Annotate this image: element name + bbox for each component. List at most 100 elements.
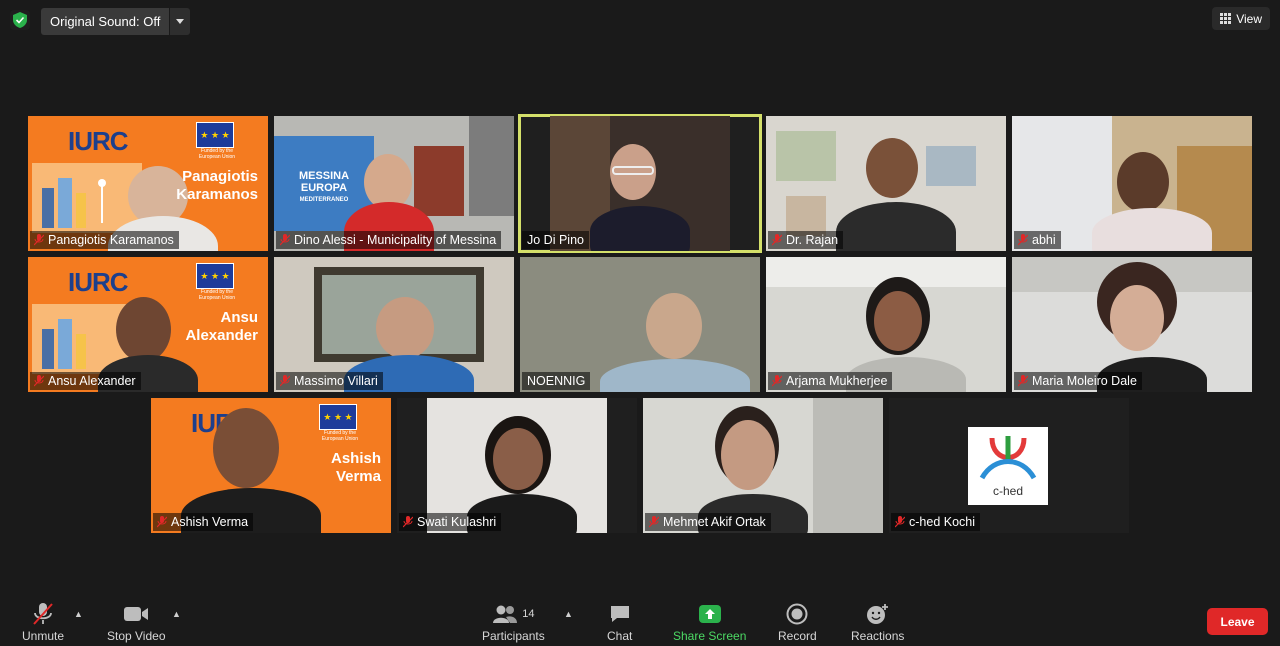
participants-button[interactable]: 14 Participants xyxy=(482,601,545,643)
participant-name-tag: Maria Moleiro Dale xyxy=(1014,372,1142,390)
chat-label: Chat xyxy=(607,629,633,643)
muted-mic-icon xyxy=(34,375,44,387)
participant-name: NOENNIG xyxy=(527,374,586,388)
ched-logo-icon xyxy=(979,436,1037,480)
leave-button[interactable]: Leave xyxy=(1207,608,1268,635)
participant-name-tag: Massimo Villari xyxy=(276,372,383,390)
smiley-plus-icon xyxy=(866,601,890,627)
chat-bubble-icon xyxy=(609,601,631,627)
view-button[interactable]: View xyxy=(1212,7,1270,30)
video-tile[interactable]: IURC ★ ★ ★ Funded by the European Union … xyxy=(28,257,268,392)
video-tile[interactable]: Massimo Villari xyxy=(274,257,514,392)
participant-name: Jo Di Pino xyxy=(527,233,584,247)
original-sound-control[interactable]: Original Sound: Off xyxy=(41,8,191,35)
unmute-label: Unmute xyxy=(22,629,65,643)
encryption-shield-icon[interactable] xyxy=(10,10,30,30)
city-illustration xyxy=(32,163,142,233)
participant-name: Ansu Alexander xyxy=(48,374,136,388)
participant-name-tag: Swati Kulashri xyxy=(399,513,502,531)
video-tile[interactable]: MESSINA EUROPA MEDITERRANEO Dino Alessi … xyxy=(274,116,514,251)
card-title-line-1: Panagiotis xyxy=(182,168,258,185)
participant-name-tag: Panagiotis Karamanos xyxy=(30,231,179,249)
video-tile[interactable]: IURC ★ ★ ★ Funded by the European Union … xyxy=(28,116,268,251)
participant-name-tag: Ashish Verma xyxy=(153,513,254,531)
share-screen-icon xyxy=(698,601,722,627)
participant-name: Dino Alessi - Municipality of Messina xyxy=(294,233,497,247)
muted-mic-icon xyxy=(34,234,44,246)
participant-name: c-hed Kochi xyxy=(909,515,976,529)
participants-icon: 14 xyxy=(492,601,534,627)
participant-name: Dr. Rajan xyxy=(786,233,839,247)
participant-name-tag: Jo Di Pino xyxy=(522,231,589,249)
funded-label: Funded by the European Union xyxy=(198,148,236,160)
muted-mic-icon xyxy=(157,516,167,528)
participant-name: Mehmet Akif Ortak xyxy=(663,515,766,529)
ched-logo-text: c-hed xyxy=(992,484,1024,498)
video-tile[interactable]: NOENNIG xyxy=(520,257,760,392)
iurc-logo: IURC xyxy=(68,126,129,156)
muted-mic-icon xyxy=(1018,375,1028,387)
participant-name: Panagiotis Karamanos xyxy=(48,233,174,247)
funded-label: Funded by the European Union xyxy=(198,289,236,301)
muted-mic-icon xyxy=(772,375,782,387)
chevron-down-icon[interactable] xyxy=(169,8,191,35)
participant-name-tag: Mehmet Akif Ortak xyxy=(645,513,771,531)
share-screen-button[interactable]: Share Screen xyxy=(673,601,746,643)
video-tile[interactable]: IURC ★ ★ ★ Funded by the European Union … xyxy=(151,398,391,533)
card-title-line-2: Karamanos xyxy=(176,186,258,203)
video-tile[interactable]: abhi xyxy=(1012,116,1252,251)
video-options-caret[interactable]: ▲ xyxy=(172,609,181,619)
share-screen-label: Share Screen xyxy=(673,629,747,643)
participant-name-tag: Ansu Alexander xyxy=(30,372,141,390)
muted-mic-icon xyxy=(772,234,782,246)
card-title-line-1: Ansu xyxy=(220,309,259,326)
eu-flag-icon: ★ ★ ★ xyxy=(319,404,357,430)
participant-name: Massimo Villari xyxy=(294,374,378,388)
card-title-line-2: Alexander xyxy=(185,327,258,344)
participant-name: abhi xyxy=(1032,233,1056,247)
muted-mic-icon xyxy=(280,375,290,387)
ched-logo: c-hed xyxy=(968,427,1048,505)
participant-name: Arjama Mukherjee xyxy=(786,374,888,388)
muted-mic-icon xyxy=(280,234,290,246)
participant-name-tag: NOENNIG xyxy=(522,372,591,390)
unmute-button[interactable]: Unmute xyxy=(22,601,64,643)
eu-flag-icon: ★ ★ ★ xyxy=(196,122,234,148)
video-tile[interactable]: Swati Kulashri xyxy=(397,398,637,533)
chat-button[interactable]: Chat xyxy=(607,601,632,643)
record-icon xyxy=(786,601,808,627)
poster-text-1: MESSINA xyxy=(298,170,350,182)
eu-flag-icon: ★ ★ ★ xyxy=(196,263,234,289)
muted-mic-icon xyxy=(895,516,905,528)
participant-name-tag: Dr. Rajan xyxy=(768,231,844,249)
participant-name-tag: Dino Alessi - Municipality of Messina xyxy=(276,231,502,249)
muted-mic-icon xyxy=(649,516,659,528)
video-tile[interactable]: Maria Moleiro Dale xyxy=(1012,257,1252,392)
funded-label: Funded by the European Union xyxy=(321,430,359,442)
reactions-label: Reactions xyxy=(851,629,905,643)
video-tile[interactable]: Mehmet Akif Ortak xyxy=(643,398,883,533)
view-label: View xyxy=(1236,11,1262,26)
video-tile[interactable]: c-hed c-hed Kochi xyxy=(889,398,1129,533)
card-title-line-1: Ashish xyxy=(330,450,381,467)
reactions-button[interactable]: Reactions xyxy=(851,601,904,643)
participants-options-caret[interactable]: ▲ xyxy=(564,609,573,619)
stop-video-button[interactable]: Stop Video xyxy=(107,601,166,643)
card-title-line-2: Verma xyxy=(335,468,381,485)
muted-mic-icon xyxy=(403,516,413,528)
video-tile[interactable]: Dr. Rajan xyxy=(766,116,1006,251)
video-tile[interactable]: Arjama Mukherjee xyxy=(766,257,1006,392)
record-label: Record xyxy=(778,629,817,643)
muted-microphone-icon xyxy=(32,601,54,627)
video-tile-active-speaker[interactable]: Jo Di Pino xyxy=(518,114,762,253)
participants-count: 14 xyxy=(522,608,535,620)
participant-name: Ashish Verma xyxy=(171,515,249,529)
record-button[interactable]: Record xyxy=(778,601,817,643)
audio-options-caret[interactable]: ▲ xyxy=(74,609,83,619)
original-sound-button[interactable]: Original Sound: Off xyxy=(41,8,170,35)
poster-text-3: MEDITERRANEO xyxy=(299,197,349,203)
participants-label: Participants xyxy=(482,629,545,643)
grid-view-icon xyxy=(1220,13,1232,24)
participant-name-tag: Arjama Mukherjee xyxy=(768,372,893,390)
participant-name: Swati Kulashri xyxy=(417,515,497,529)
